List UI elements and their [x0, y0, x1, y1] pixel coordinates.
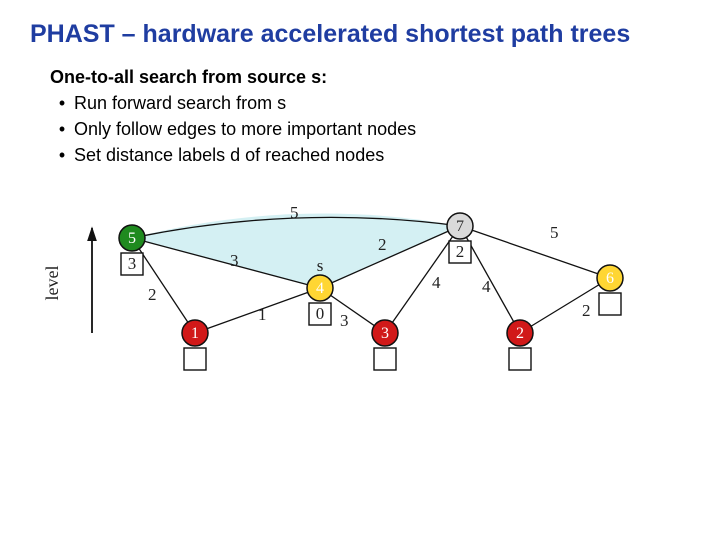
- distance-box: [599, 293, 621, 315]
- node-5: 53: [119, 225, 145, 275]
- edge-weight: 2: [148, 285, 157, 304]
- distance-value: 0: [316, 304, 325, 323]
- bullet-item: • Set distance labels d of reached nodes: [50, 142, 690, 168]
- distance-value: 2: [456, 242, 465, 261]
- edge-weight: 4: [432, 273, 441, 292]
- node-number: 7: [456, 218, 464, 235]
- edge-weight: 3: [340, 311, 349, 330]
- edge-weight: 2: [582, 301, 591, 320]
- subheading: One-to-all search from source s:: [50, 67, 690, 88]
- node-1: 1: [182, 320, 208, 370]
- edge-weight: 3: [230, 251, 239, 270]
- node-number: 4: [316, 280, 324, 297]
- distance-box: [184, 348, 206, 370]
- distance-box: [509, 348, 531, 370]
- distance-box: [374, 348, 396, 370]
- distance-value: 3: [128, 254, 137, 273]
- edge: [520, 278, 610, 333]
- bullet-text: Run forward search from s: [74, 90, 286, 116]
- edge-weight: 5: [290, 203, 299, 222]
- level-axis: level: [42, 228, 92, 333]
- bullet-text: Only follow edges to more important node…: [74, 116, 416, 142]
- node-2: 2: [507, 320, 533, 370]
- node-3: 3: [372, 320, 398, 370]
- bullet-dot: •: [50, 142, 74, 168]
- node-6: 6: [597, 265, 623, 315]
- node-number: 1: [191, 325, 199, 342]
- edge-weight: 5: [550, 223, 559, 242]
- node-number: 6: [606, 270, 614, 287]
- bullet-item: • Only follow edges to more important no…: [50, 116, 690, 142]
- edge-weight: 4: [482, 277, 491, 296]
- edge-weight: 2: [378, 235, 387, 254]
- graph-diagram: level3525213442537240s6132: [40, 208, 680, 398]
- page-title: PHAST – hardware accelerated shortest pa…: [30, 20, 690, 49]
- node-number: 3: [381, 325, 389, 342]
- edge: [460, 226, 610, 278]
- node-number: 5: [128, 230, 136, 247]
- bullet-item: • Run forward search from s: [50, 90, 690, 116]
- bullet-dot: •: [50, 90, 74, 116]
- node-number: 2: [516, 325, 524, 342]
- bullet-text: Set distance labels d of reached nodes: [74, 142, 384, 168]
- source-label: s: [317, 256, 324, 275]
- diagram-container: level3525213442537240s6132: [30, 208, 690, 398]
- bullet-dot: •: [50, 116, 74, 142]
- bullet-list: • Run forward search from s • Only follo…: [50, 90, 690, 168]
- edge-weight: 1: [258, 305, 267, 324]
- level-axis-label: level: [42, 266, 62, 301]
